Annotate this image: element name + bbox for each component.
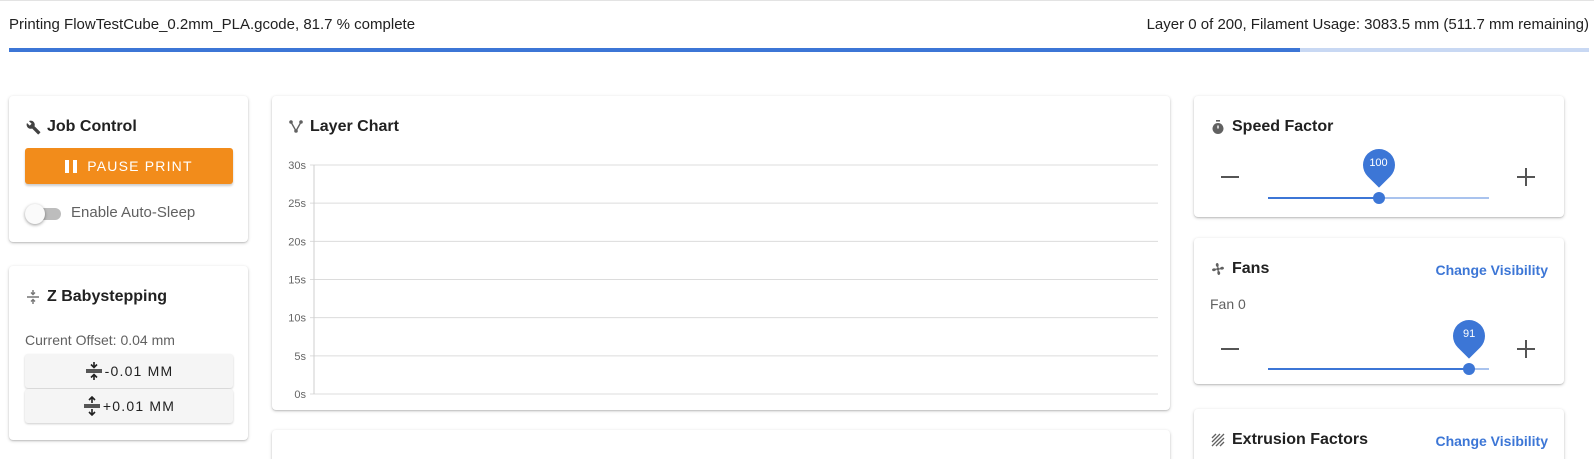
wrench-icon — [25, 119, 41, 135]
toggle-knob — [25, 204, 45, 224]
layer-chart-header: Layer Chart — [288, 118, 399, 136]
z-down-icon — [85, 362, 102, 380]
pause-print-label: PAUSE PRINT — [87, 158, 193, 174]
print-progress-bar — [9, 48, 1589, 52]
babystep-plus-button[interactable]: +0.01 MM — [25, 389, 233, 423]
z-up-icon — [83, 396, 100, 416]
layer-chart-card: Layer Chart 0s 5s 10s 15s 20s 25s 30s — [272, 96, 1170, 410]
hatch-icon — [1210, 432, 1226, 448]
y-tick-label: 25s — [288, 198, 306, 210]
babystep-plus-label: +0.01 MM — [102, 398, 176, 414]
current-offset-text: Current Offset: 0.04 mm — [25, 332, 175, 348]
slider-thumb[interactable] — [1463, 363, 1476, 375]
speed-factor-slider[interactable]: 100 — [1268, 142, 1489, 204]
layer-chart-plot: 0s 5s 10s 15s 20s 25s 30s — [288, 160, 1158, 401]
extrusion-title: Extrusion Factors — [1232, 431, 1369, 448]
print-status-text: Printing FlowTestCube_0.2mm_PLA.gcode, 8… — [9, 16, 416, 33]
babystep-card: Z Babystepping Current Offset: 0.04 mm -… — [9, 266, 248, 440]
timer-icon — [1210, 119, 1226, 135]
speed-factor-card: Speed Factor 100 — [1194, 96, 1564, 217]
job-control-card: Job Control PAUSE PRINT Enable Auto-Slee… — [9, 96, 248, 242]
y-tick-label: 15s — [288, 275, 306, 287]
speed-factor-title: Speed Factor — [1232, 118, 1334, 135]
pause-icon — [65, 159, 78, 173]
babystep-minus-button[interactable]: -0.01 MM — [25, 354, 233, 388]
speed-decrease-button[interactable] — [1216, 163, 1244, 191]
chart-branch-icon — [288, 119, 304, 135]
fan-0-label: Fan 0 — [1210, 296, 1246, 312]
layer-chart-title: Layer Chart — [310, 118, 399, 135]
fans-title: Fans — [1232, 260, 1270, 277]
fan-increase-button[interactable] — [1512, 335, 1540, 363]
fan-decrease-button[interactable] — [1216, 335, 1244, 363]
extrusion-factors-card: Extrusion Factors Change Visibility — [1194, 409, 1564, 459]
job-control-header: Job Control — [25, 118, 137, 136]
slider-fill — [1268, 368, 1470, 370]
babystep-header: Z Babystepping — [25, 288, 167, 306]
fan-icon — [1210, 261, 1226, 277]
fans-header: Fans — [1210, 260, 1269, 278]
speed-increase-button[interactable] — [1512, 163, 1540, 191]
babystep-minus-label: -0.01 MM — [104, 363, 174, 379]
y-tick-label: 20s — [288, 236, 306, 248]
slider-fill — [1268, 197, 1379, 199]
job-control-title: Job Control — [47, 118, 137, 135]
fan-0-slider[interactable]: 91 — [1268, 313, 1492, 375]
print-status-bar: Printing FlowTestCube_0.2mm_PLA.gcode, 8… — [9, 14, 1589, 36]
auto-sleep-label: Enable Auto-Sleep — [71, 204, 196, 221]
fans-card: Fans Change Visibility Fan 0 91 — [1194, 238, 1564, 384]
fans-change-visibility-link[interactable]: Change Visibility — [1435, 262, 1548, 278]
plus-icon — [1517, 168, 1535, 186]
plus-icon — [1517, 340, 1535, 358]
lower-card — [272, 430, 1170, 459]
minus-icon — [1221, 176, 1239, 178]
babystep-icon — [25, 289, 41, 305]
y-tick-label: 0s — [294, 389, 306, 401]
layer-filament-text: Layer 0 of 200, Filament Usage: 3083.5 m… — [1146, 16, 1589, 33]
top-divider — [0, 0, 1594, 1]
print-progress-fill — [9, 48, 1300, 52]
speed-factor-value: 100 — [1369, 157, 1388, 169]
y-tick-label: 30s — [288, 160, 306, 172]
extrusion-header: Extrusion Factors — [1210, 431, 1368, 449]
fan-0-value: 91 — [1462, 328, 1476, 340]
extrusion-change-visibility-link[interactable]: Change Visibility — [1435, 433, 1548, 449]
pause-print-button[interactable]: PAUSE PRINT — [25, 148, 233, 184]
y-tick-label: 5s — [294, 351, 306, 363]
auto-sleep-toggle[interactable] — [25, 204, 63, 224]
y-tick-label: 10s — [288, 313, 306, 325]
babystep-title: Z Babystepping — [47, 288, 168, 305]
slider-thumb[interactable] — [1372, 192, 1385, 204]
minus-icon — [1221, 348, 1239, 350]
speed-factor-header: Speed Factor — [1210, 118, 1333, 136]
